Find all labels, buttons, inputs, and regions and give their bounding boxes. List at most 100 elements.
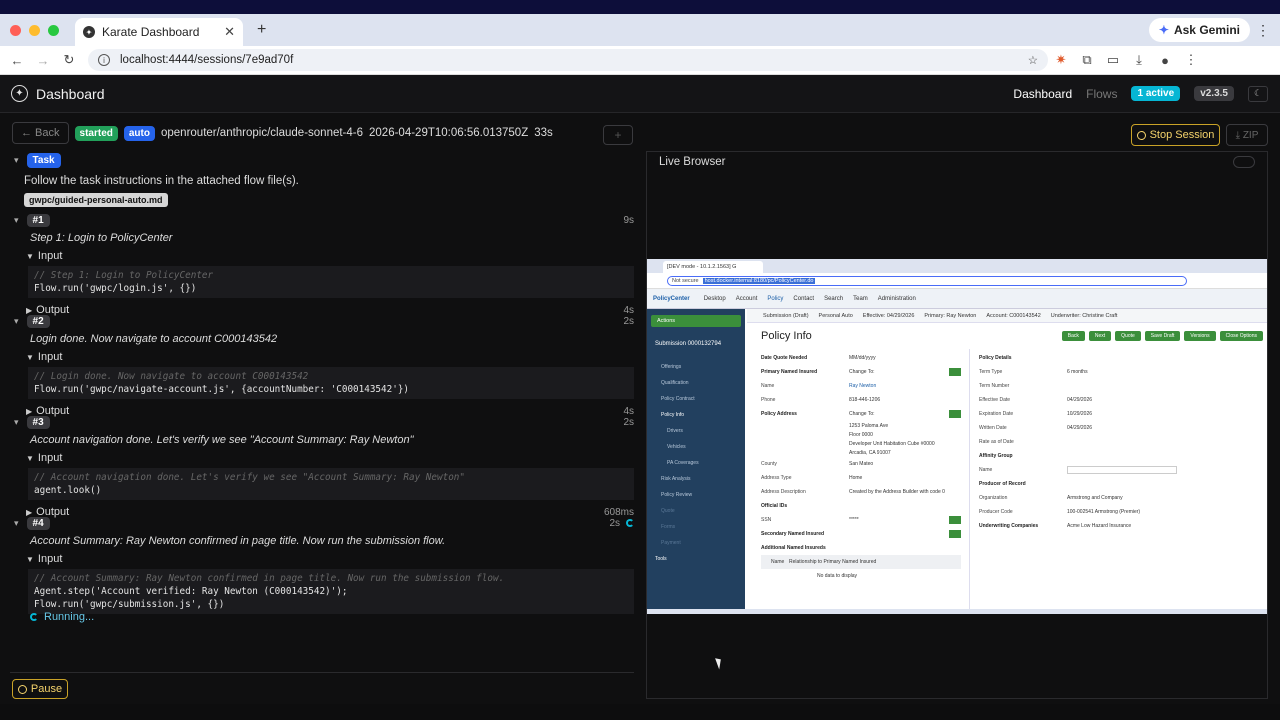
input-toggle[interactable]: ▼ Input xyxy=(26,452,634,464)
step-description: Step 1: Login to PolicyCenter xyxy=(30,232,173,244)
theme-toggle-moon-icon[interactable]: ☾ xyxy=(1248,85,1268,102)
pc-field-value: Developer Unit Habitation Cube #0000 xyxy=(849,440,935,447)
puzzle-extensions-icon[interactable]: ⧉ xyxy=(1074,52,1100,68)
pc-status-bar: Submission (Draft) Personal Auto Effecti… xyxy=(747,309,1267,323)
step-duration: 9s xyxy=(623,214,634,226)
task-header[interactable]: ▾ Task xyxy=(14,152,61,168)
pc-field-label: Official IDs xyxy=(761,503,788,509)
pc-field-value: Floor 0000 xyxy=(849,431,873,438)
browser-tab[interactable]: ✦ Karate Dashboard ✕ xyxy=(75,18,243,46)
pc-green-button xyxy=(949,410,961,418)
session-bar: ← Back started auto openrouter/anthropic… xyxy=(0,113,1280,153)
cast-icon[interactable]: ▭ xyxy=(1100,52,1126,68)
forward-arrow-icon[interactable]: → xyxy=(30,53,56,68)
step-header[interactable]: ▾ #4 2s xyxy=(14,516,634,530)
pause-button[interactable]: Pause xyxy=(12,679,68,699)
add-step-button[interactable]: + xyxy=(603,125,633,145)
pc-field-label: Primary Named Insured xyxy=(761,369,818,375)
close-tab-icon[interactable]: ✕ xyxy=(224,24,235,40)
url-field[interactable]: i localhost:4444/sessions/7e9ad70f ☆ xyxy=(88,49,1048,71)
download-icon[interactable]: ⤓ xyxy=(1126,52,1152,68)
bookmark-star-icon[interactable]: ☆ xyxy=(1028,53,1038,67)
live-browser-toggle[interactable] xyxy=(1233,156,1255,168)
tab-menu-icon[interactable]: ⋮ xyxy=(1256,22,1270,39)
pc-field-value: Arcadia, CA 91007 xyxy=(849,449,891,456)
step-header[interactable]: ▾ #1 9s xyxy=(14,213,634,227)
pc-toolbar-button: Versions xyxy=(1184,331,1216,341)
pc-status-item: Primary: Ray Newton xyxy=(924,312,977,319)
pc-status-item: Personal Auto xyxy=(818,312,853,319)
pc-field-label: Name xyxy=(761,383,775,389)
pc-field-label: Effective Date xyxy=(979,397,1011,403)
ask-gemini-label: Ask Gemini xyxy=(1173,23,1240,37)
inner-address-bar: Not secure host.docker.internal:8180/pc/… xyxy=(647,273,1267,289)
step-header[interactable]: ▾ #3 2s xyxy=(14,415,634,429)
pc-submission-number: Submission 0000132794 xyxy=(655,341,722,347)
chevron-down-icon: ▾ xyxy=(14,214,19,225)
live-browser-screen[interactable]: [DEV mode - 10.1.2.1563] G Not secure ho… xyxy=(647,259,1267,614)
pc-field-label: Phone xyxy=(761,397,776,403)
code-block: // Account Summary: Ray Newton confirmed… xyxy=(28,569,634,614)
pc-field-label: Expiration Date xyxy=(979,411,1014,417)
pc-toolbar-button: Quote xyxy=(1115,331,1141,341)
input-toggle[interactable]: ▼ Input xyxy=(26,351,634,363)
pc-field-value: MM/dd/yyyy xyxy=(849,355,876,361)
site-info-icon[interactable]: i xyxy=(98,54,110,66)
flow-file-chip[interactable]: gwpc/guided-personal-auto.md xyxy=(24,193,168,207)
code-comment: // Account navigation done. Let's verify… xyxy=(34,472,465,483)
pc-toolbar-button: Close Options xyxy=(1219,331,1263,341)
pc-field-value: 100-002541 Armstrong (Premier) xyxy=(1067,509,1141,515)
code-line: agent.look() xyxy=(34,485,102,496)
step-4: ▾ #4 2s Account Summary: Ray Newton conf… xyxy=(14,516,634,614)
new-tab-icon[interactable]: + xyxy=(257,21,266,39)
nav-flows-link[interactable]: Flows xyxy=(1086,87,1117,101)
maximize-window-button[interactable] xyxy=(48,24,59,36)
pc-status-item: Effective: 04/29/2026 xyxy=(862,312,915,319)
code-line: Flow.run('gwpc/submission.js', {}) xyxy=(34,599,225,610)
reload-icon[interactable]: ↻ xyxy=(56,52,82,68)
zip-download-icon: ⤓ xyxy=(1235,129,1243,141)
step-description: Account Summary: Ray Newton confirmed in… xyxy=(30,535,446,547)
input-toggle[interactable]: ▼ Input xyxy=(26,250,634,262)
pc-field-value: Acme Low Hazard Insurance xyxy=(1067,523,1132,529)
pc-sidebar-item: Forms xyxy=(661,524,676,530)
code-block: // Step 1: Login to PolicyCenter Flow.ru… xyxy=(28,266,634,298)
extension-icon[interactable]: ✷ xyxy=(1048,52,1074,68)
pc-field-value: San Mateo xyxy=(849,461,874,467)
pc-field-label: Additional Named Insureds xyxy=(761,545,826,551)
pc-field-label: Name xyxy=(979,467,993,473)
profile-avatar-icon[interactable]: ● xyxy=(1152,53,1178,68)
pause-icon xyxy=(17,684,27,694)
back-button[interactable]: ← Back xyxy=(12,122,69,144)
zip-download-button[interactable]: ⤓ ZIP xyxy=(1226,124,1268,146)
ask-gemini-button[interactable]: ✦ Ask Gemini xyxy=(1148,18,1250,42)
pc-input xyxy=(1067,466,1177,474)
code-block: // Login done. Now navigate to account C… xyxy=(28,367,634,399)
pc-nav-item: Team xyxy=(853,295,868,302)
nav-dashboard-link[interactable]: Dashboard xyxy=(1013,87,1072,101)
minimize-window-button[interactable] xyxy=(29,24,40,36)
pc-field-label: Term Type xyxy=(979,369,1003,375)
triangle-down-icon: ▼ xyxy=(26,352,34,362)
browser-menu-icon[interactable]: ⋮ xyxy=(1178,52,1204,68)
inner-url-field: Not secure host.docker.internal:8180/pc/… xyxy=(667,275,1187,286)
input-toggle[interactable]: ▼ Input xyxy=(26,553,634,565)
loading-spinner-icon xyxy=(30,613,38,621)
back-arrow-icon[interactable]: ← xyxy=(4,53,30,68)
status-badge: started xyxy=(74,125,118,141)
karate-logo-icon: ✦ xyxy=(11,85,28,102)
model-name: openrouter/anthropic/claude-sonnet-4-6 xyxy=(160,127,364,139)
step-header[interactable]: ▾ #2 2s xyxy=(14,314,634,328)
pc-field-label: SSN xyxy=(761,517,772,523)
close-window-button[interactable] xyxy=(10,24,21,36)
app-title: Dashboard xyxy=(36,85,105,102)
step-duration: 2s xyxy=(609,517,620,529)
pc-sidebar-item: Quote xyxy=(661,508,675,514)
input-label: Input xyxy=(37,553,63,565)
code-comment: // Step 1: Login to PolicyCenter xyxy=(34,270,214,281)
pc-sidebar-item: Qualification xyxy=(661,380,689,386)
stop-session-button[interactable]: Stop Session xyxy=(1131,124,1220,146)
pc-top-nav: PolicyCenter Desktop Account Policy Cont… xyxy=(647,289,1267,309)
pc-green-button xyxy=(949,516,961,524)
pc-toolbar-button: Save Draft xyxy=(1144,331,1181,341)
